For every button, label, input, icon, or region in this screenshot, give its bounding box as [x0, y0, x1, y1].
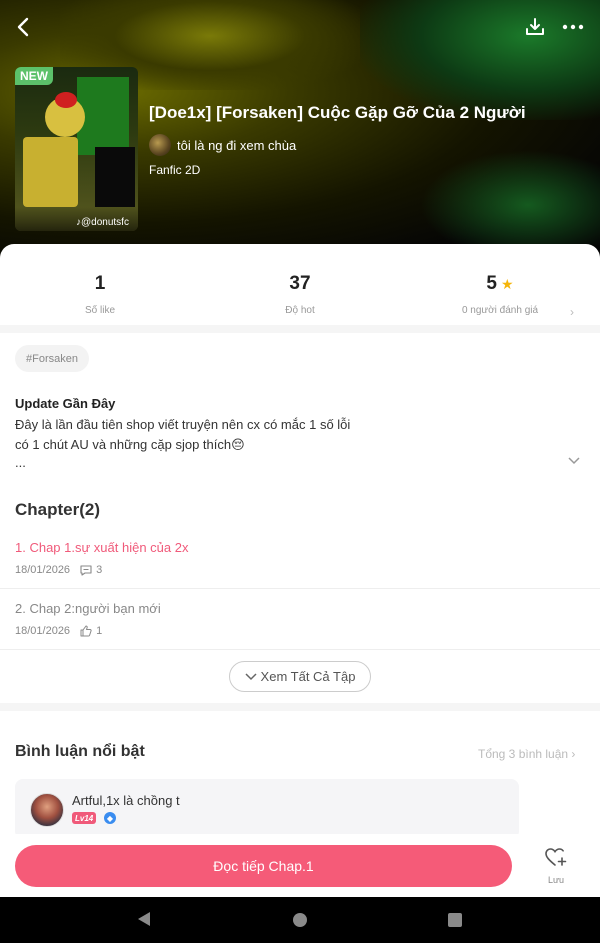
chapter-like-count: 1: [96, 625, 103, 637]
comment-card[interactable]: Artful,1x là chồng t Lv14 ◆: [15, 779, 519, 839]
book-cover-image: [15, 67, 138, 231]
see-all-label: Xem Tất Cả Tập: [260, 669, 356, 684]
download-icon: [526, 18, 544, 35]
nav-recents-icon[interactable]: [448, 913, 462, 927]
author-name: tôi là ng đi xem chùa: [177, 137, 297, 153]
update-line: có 1 chút AU và những cặp sjop thích😔: [15, 437, 245, 452]
author-link[interactable]: tôi là ng đi xem chùa: [149, 134, 296, 156]
author-avatar: [149, 134, 171, 156]
chapter-divider: [0, 649, 600, 650]
chapter-item-1-title[interactable]: 1. Chap 1.sự xuất hiện của 2x: [15, 540, 188, 555]
chapter-item-1-meta: 18/01/2026 3: [15, 564, 102, 576]
comments-total-label: Tổng 3 bình luận: [478, 747, 569, 761]
chevron-down-icon: [245, 672, 257, 680]
comments-total-link[interactable]: Tổng 3 bình luận ›: [478, 747, 575, 761]
new-badge: NEW: [15, 67, 53, 85]
comment-icon: [80, 564, 92, 576]
tag-forsaken[interactable]: #Forsaken: [15, 345, 89, 372]
hot-label: Độ hot: [285, 305, 315, 316]
stats-row: 1 Số like 37 Độ hot 5 ★ 0 người đánh giá: [0, 270, 600, 330]
cover-watermark: ♪@donutsfc: [76, 217, 129, 228]
commenter-avatar: [30, 793, 64, 827]
hot-count: 37: [289, 273, 311, 294]
chapter-date: 18/01/2026: [15, 564, 71, 576]
chapter-item-2-meta: 18/01/2026 1: [15, 625, 102, 637]
chevron-right-icon: ›: [571, 747, 576, 761]
book-genre: Fanfic 2D: [149, 163, 201, 177]
stat-likes: 1 Số like: [0, 270, 200, 316]
back-arrow-icon: [17, 17, 29, 37]
update-line: Đây là lần đầu tiên shop viết truyện nên…: [15, 417, 351, 432]
save-label: Lưu: [547, 875, 565, 885]
download-button[interactable]: [520, 12, 550, 42]
likes-count: 1: [94, 273, 106, 294]
heart-plus-icon: [545, 848, 567, 866]
chapter-heading: Chapter(2): [15, 500, 101, 519]
update-line: ...: [15, 455, 26, 470]
update-title: Update Gần Đây: [15, 396, 116, 411]
nav-back-icon[interactable]: [137, 911, 151, 932]
save-button[interactable]: Lưu: [540, 848, 572, 888]
book-title: [Doe1x] [Forsaken] Cuộc Gặp Gỡ Của 2 Ngư…: [149, 103, 526, 122]
more-dots-icon: [562, 24, 584, 30]
section-divider: [0, 325, 600, 333]
level-badge: Lv14: [72, 812, 97, 824]
rating-chevron-icon[interactable]: ›: [570, 305, 574, 319]
section-divider: [0, 703, 600, 711]
nav-home-icon[interactable]: [293, 913, 307, 927]
back-button[interactable]: [8, 12, 38, 42]
comments-heading: Bình luận nổi bật: [15, 743, 145, 760]
commenter-name: Artful,1x là chồng t: [72, 793, 180, 808]
stat-hot: 37 Độ hot: [200, 270, 400, 316]
chapter-divider: [0, 588, 600, 589]
likes-label: Số like: [84, 305, 115, 316]
expand-chevron-icon[interactable]: [568, 454, 580, 468]
continue-reading-button[interactable]: Đọc tiếp Chap.1: [15, 845, 512, 887]
chapter-comment-count: 3: [96, 564, 103, 576]
see-all-chapters-button[interactable]: Xem Tất Cả Tập: [229, 661, 371, 692]
rating-value: 5: [486, 273, 497, 294]
diamond-icon: ◆: [104, 812, 116, 824]
thumbs-up-icon: [80, 625, 92, 637]
chapter-item-2-title[interactable]: 2. Chap 2:người bạn mới: [15, 601, 161, 616]
star-icon: ★: [501, 275, 514, 292]
more-options-button[interactable]: [558, 12, 588, 42]
chapter-date: 18/01/2026: [15, 625, 71, 637]
